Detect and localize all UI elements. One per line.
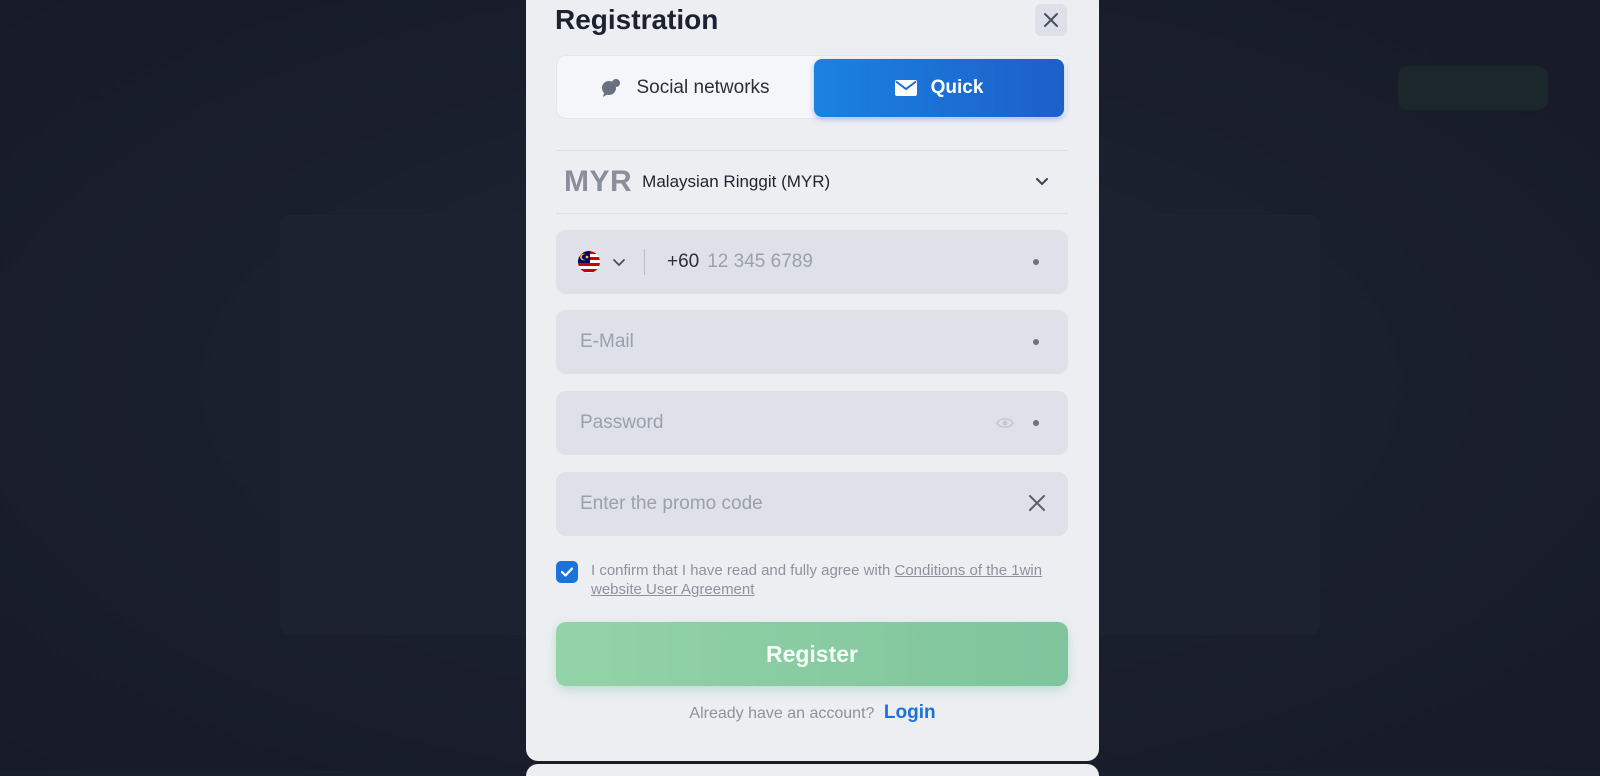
country-code-select[interactable] bbox=[578, 251, 626, 273]
next-panel-edge bbox=[526, 764, 1099, 776]
agreement-text: I confirm that I have read and fully agr… bbox=[591, 561, 1051, 599]
envelope-icon bbox=[894, 80, 917, 96]
chevron-down-icon bbox=[1036, 178, 1048, 186]
required-indicator bbox=[1033, 259, 1039, 265]
login-prompt: Already have an account? bbox=[689, 705, 875, 722]
promo-field bbox=[556, 472, 1068, 536]
close-icon bbox=[1044, 13, 1058, 27]
email-field bbox=[556, 310, 1068, 374]
tab-social-networks[interactable]: Social networks bbox=[560, 59, 810, 117]
close-icon[interactable] bbox=[1028, 494, 1046, 512]
registration-modal: Registration Social networks Quick MYR M… bbox=[526, 0, 1099, 761]
checkmark-icon bbox=[560, 567, 574, 577]
required-indicator bbox=[1033, 420, 1039, 426]
chevron-down-icon bbox=[613, 259, 625, 267]
promo-input[interactable] bbox=[578, 483, 1002, 525]
chat-bubbles-icon bbox=[600, 78, 622, 98]
tab-social-networks-label: Social networks bbox=[636, 77, 770, 98]
malaysia-flag-icon bbox=[578, 251, 600, 273]
registration-tabs: Social networks Quick bbox=[556, 55, 1068, 119]
currency-name: Malaysian Ringgit (MYR) bbox=[642, 172, 831, 191]
currency-select[interactable]: MYR Malaysian Ringgit (MYR) bbox=[556, 150, 1068, 214]
tab-quick-label: Quick bbox=[930, 77, 984, 98]
modal-title: Registration bbox=[555, 4, 719, 35]
background-button bbox=[1398, 66, 1548, 110]
agreement-prefix: I confirm that I have read and fully agr… bbox=[591, 562, 895, 579]
phone-input[interactable] bbox=[705, 241, 990, 283]
login-link[interactable]: Login bbox=[884, 702, 936, 723]
register-button[interactable]: Register bbox=[556, 622, 1068, 686]
tab-quick[interactable]: Quick bbox=[814, 59, 1064, 117]
agreement-checkbox[interactable] bbox=[556, 561, 578, 583]
email-input[interactable] bbox=[578, 321, 1002, 363]
close-button[interactable] bbox=[1035, 4, 1067, 36]
password-input[interactable] bbox=[578, 402, 982, 444]
phone-field: +60 bbox=[556, 230, 1068, 294]
phone-divider bbox=[644, 249, 645, 275]
login-row: Already have an account? Login bbox=[526, 702, 1099, 724]
eye-icon[interactable] bbox=[996, 414, 1014, 432]
dial-code: +60 bbox=[667, 251, 700, 272]
currency-code: MYR bbox=[564, 165, 633, 198]
required-indicator bbox=[1033, 339, 1039, 345]
password-field bbox=[556, 391, 1068, 455]
